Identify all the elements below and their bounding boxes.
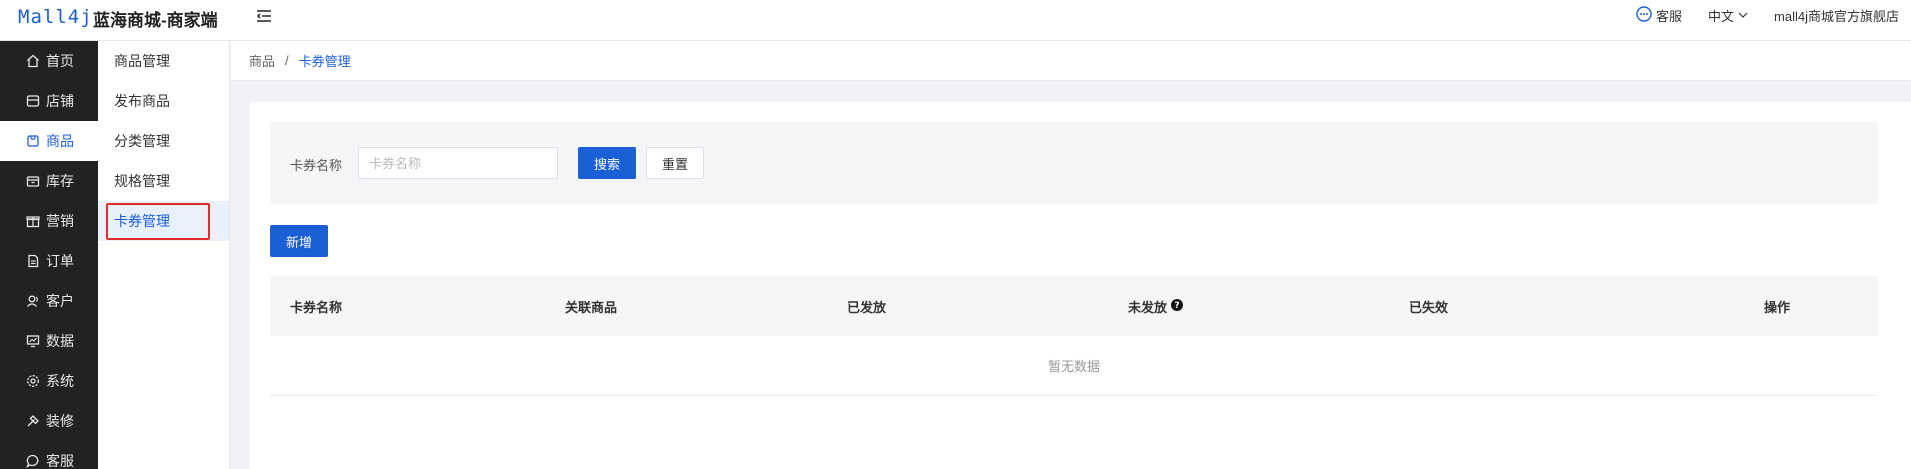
sidebar-item-decorate[interactable]: 装修 [0,401,98,441]
language-label: 中文 [1708,9,1735,24]
product-submenu: 商品管理 发布商品 分类管理 规格管理 卡券管理 [98,41,230,469]
sidebar-item-label: 客服 [46,453,74,469]
breadcrumb-parent[interactable]: 商品 [249,51,275,70]
sidebar-item-store[interactable]: 店铺 [0,81,98,121]
column-header-coupon-name: 卡券名称 [290,297,342,316]
column-label: 关联商品 [565,300,618,315]
inventory-icon [26,176,40,187]
question-help-icon[interactable]: ? [1171,299,1184,314]
sidebar-item-label: 商品 [46,133,74,149]
column-label: 未发放 [1128,300,1168,315]
collapse-menu-icon[interactable] [254,6,274,26]
gift-icon [26,216,40,228]
sidebar-item-label: 店铺 [46,93,74,109]
column-header-not-issued: 未发放 ? [1128,297,1184,316]
sidebar-item-service[interactable]: 客服 [0,441,98,469]
column-header-issued: 已发放 [847,297,886,316]
app-title: 蓝海商城-商家端 [93,11,218,30]
coupon-name-input[interactable] [358,147,558,179]
coupon-table: 卡券名称 关联商品 已发放 未发放 ? 已失效 操作 暂无数据 [270,276,1878,396]
chat-icon [26,454,39,468]
sidebar-item-label: 订单 [46,253,74,269]
chat-bubble-icon [1636,6,1652,25]
add-button[interactable]: 新增 [270,225,328,257]
column-label: 已失效 [1409,300,1449,315]
submenu-item-label: 规格管理 [114,173,170,189]
customer-service-button[interactable]: 客服 [1636,6,1682,25]
column-header-expired: 已失效 [1409,297,1448,316]
sidebar-item-system[interactable]: 系统 [0,361,98,401]
sidebar-item-data[interactable]: 数据 [0,321,98,361]
order-icon [28,254,39,268]
breadcrumb: 商品 / 卡券管理 [231,41,1911,81]
search-button[interactable]: 搜索 [578,147,636,179]
submenu-item-category-management[interactable]: 分类管理 [98,121,229,161]
submenu-item-label: 分类管理 [114,133,170,149]
submenu-item-publish-product[interactable]: 发布商品 [98,81,229,121]
sidebar-item-home[interactable]: 首页 [0,41,98,81]
sidebar-item-marketing[interactable]: 营销 [0,201,98,241]
sidebar-item-label: 首页 [46,53,74,69]
store-icon [26,95,40,107]
sidebar-item-label: 数据 [46,333,74,349]
submenu-item-product-management[interactable]: 商品管理 [98,41,229,81]
logo[interactable]: Mall4j [18,6,93,28]
header-right: 客服 中文 mall4j商城官方旗舰店 [1636,0,1911,31]
product-icon [27,135,39,147]
language-select[interactable]: 中文 [1708,6,1748,25]
top-header: Mall4j 蓝海商城-商家端 客服 中文 mall4j商城官方旗舰店 [0,0,1911,41]
sidebar-item-label: 客户 [46,293,74,309]
table-empty-row: 暂无数据 [270,336,1878,396]
store-name-menu[interactable]: mall4j商城官方旗舰店 [1774,6,1899,25]
sidebar-item-inventory[interactable]: 库存 [0,161,98,201]
empty-text: 暂无数据 [1047,359,1100,374]
customer-icon [27,295,38,307]
column-header-actions: 操作 [1764,297,1790,316]
main-sidebar: 首页 店铺 商品 库存 营销 订单 客户 数据 系统 装修 客服 [0,41,98,469]
submenu-item-label: 发布商品 [114,93,170,109]
reset-button[interactable]: 重置 [646,147,704,179]
breadcrumb-separator: / [285,53,289,68]
sidebar-item-order[interactable]: 订单 [0,241,98,281]
column-label: 已发放 [847,300,887,315]
content-card: 卡券名称 搜索 重置 新增 卡券名称 关联商品 已发放 未发放 ? 已失效 操作… [250,102,1911,469]
home-icon [27,54,39,68]
sidebar-item-label: 库存 [46,173,74,189]
breadcrumb-current: 卡券管理 [298,54,351,69]
submenu-item-spec-management[interactable]: 规格管理 [98,161,229,201]
table-header: 卡券名称 关联商品 已发放 未发放 ? 已失效 操作 [270,276,1878,336]
search-panel: 卡券名称 搜索 重置 [270,122,1878,204]
sidebar-item-product[interactable]: 商品 [0,121,98,161]
sidebar-item-label: 系统 [46,373,74,389]
customer-service-label: 客服 [1656,9,1683,24]
decorate-icon [27,415,39,427]
highlight-box [106,203,210,240]
sidebar-item-label: 装修 [46,413,74,429]
search-label: 卡券名称 [290,158,343,173]
sidebar-item-customer[interactable]: 客户 [0,281,98,321]
chevron-down-icon [1738,8,1748,23]
store-name: mall4j商城官方旗舰店 [1774,9,1899,24]
submenu-item-coupon-management[interactable]: 卡券管理 [98,201,229,241]
sidebar-item-label: 营销 [46,213,74,229]
svg-text:?: ? [1174,301,1179,311]
column-header-related-product: 关联商品 [565,297,617,316]
data-icon [26,335,40,348]
submenu-item-label: 商品管理 [114,53,170,69]
settings-icon [27,375,39,387]
column-label: 卡券名称 [290,300,343,315]
column-label: 操作 [1764,300,1791,315]
